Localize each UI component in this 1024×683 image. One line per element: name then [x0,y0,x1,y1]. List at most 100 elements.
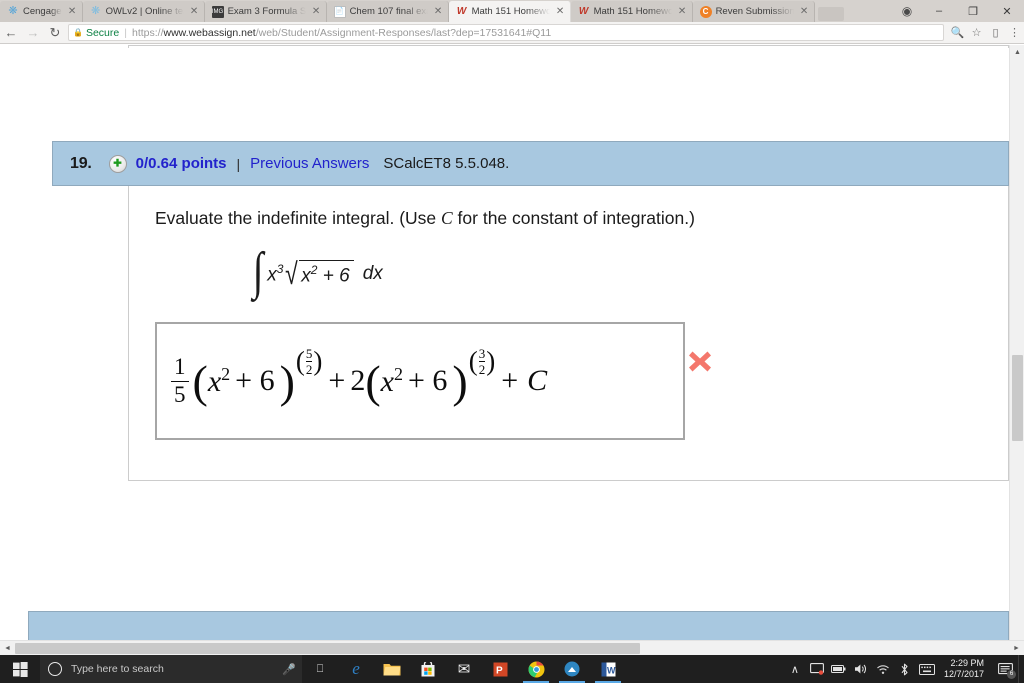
url-text: https://www.webassign.net/web/Student/As… [132,27,551,39]
security-label: Secure [85,26,120,39]
term1-base-exp: 2 [221,363,231,384]
cortana-circle-icon[interactable] [48,662,62,676]
show-desktop-button[interactable] [1018,655,1024,683]
horizontal-scrollbar-thumb[interactable] [15,643,640,654]
kebab-menu-icon[interactable]: ⋮ [1005,23,1024,43]
radicand: x2 + 6 [299,260,354,287]
close-icon[interactable]: ✕ [311,6,322,17]
microsoft-store-icon[interactable] [410,655,446,683]
close-icon[interactable]: ✕ [433,6,444,17]
windows-start-icon[interactable] [0,655,40,683]
browser-tab-cengage[interactable]: ❋ Cengage ✕ [0,1,83,22]
edge-icon[interactable]: e [338,655,374,683]
chrome-icon[interactable] [518,655,554,683]
owl-icon: ❋ [90,5,101,17]
term1-base: x2 [208,364,230,399]
url-path: /web/Student/Assignment-Responses/last?d… [255,26,552,39]
scroll-left-arrow-icon[interactable]: ◄ [0,641,15,656]
maximize-button[interactable]: ❐ [956,0,990,22]
close-icon[interactable]: ✕ [799,6,810,17]
browser-tab-exam3-formula-sheet[interactable]: IMG Exam 3 Formula Sheet ✕ [204,1,327,22]
scroll-right-arrow-icon[interactable]: ► [1009,641,1024,656]
browser-tab-reven-submission[interactable]: C Reven Submission ✕ [692,1,815,22]
image-icon: IMG [211,5,224,18]
term2-base: x2 [381,364,403,399]
horizontal-scrollbar[interactable]: ◄ ► [0,640,1024,655]
windows-taskbar: Type here to search 🎤 ⎕ e ✉ P W ∧ 2:29 P… [0,655,1024,683]
powerpoint-icon[interactable]: P [482,655,518,683]
close-paren-2: ) [452,355,468,407]
close-window-button[interactable]: ✕ [990,0,1024,22]
browser-tab-chem107-final[interactable]: 📄 Chem 107 final exam ✕ [326,1,449,22]
webassign-page: 19. 0/0.64 points | Previous Answers SCa… [0,45,1009,646]
exp-fraction: 5 2 [305,347,313,376]
address-bar[interactable]: 🔒 Secure | https://www.webassign.net/web… [68,24,944,41]
action-center-icon[interactable]: 6 [992,655,1018,683]
close-icon[interactable]: ✕ [67,6,78,17]
coefficient-fraction: 1 5 [171,355,189,406]
task-view-icon[interactable]: ⎕ [302,655,338,683]
zoom-icon[interactable]: 🔍 [948,23,967,43]
exp-denominator-2: 2 [478,361,486,377]
clock-date: 12/7/2017 [943,669,984,679]
browser-tab-math151-homework-active[interactable]: W Math 151 Homework ✕ [448,1,571,22]
question-number: 19. [70,154,92,172]
canvas-icon: C [699,5,712,18]
show-hidden-icons[interactable]: ∧ [784,655,806,683]
integrand-power-term: x3 [267,262,283,286]
vertical-scrollbar[interactable]: ▲ [1009,45,1024,642]
cast-icon[interactable]: ▯ [986,23,1005,43]
header-separator: | [236,155,241,172]
wifi-icon[interactable] [872,655,894,683]
green-plus-icon[interactable] [108,154,127,173]
back-icon[interactable]: ← [0,22,22,44]
mail-icon[interactable]: ✉ [446,655,482,683]
search-placeholder: Type here to search [71,663,164,675]
vertical-scrollbar-thumb[interactable] [1012,355,1023,441]
taskbar-clock[interactable]: 2:29 PM 12/7/2017 [938,655,992,683]
window-controls: ◉ – ❐ ✕ [892,0,1024,22]
browser-tab-owlv2[interactable]: ❋ OWLv2 | Online teaching ✕ [82,1,205,22]
scroll-up-arrow-icon[interactable]: ▲ [1010,45,1024,60]
close-icon[interactable]: ✕ [555,6,566,17]
forward-icon[interactable]: → [22,22,44,44]
file-explorer-icon[interactable] [374,655,410,683]
addition-operator: + [328,364,346,397]
account-icon[interactable]: ◉ [892,0,922,22]
term2-base-var: x [380,364,394,398]
reload-icon[interactable]: ↻ [44,22,66,44]
screen: ❋ Cengage ✕ ❋ OWLv2 | Online teaching ✕ … [0,0,1024,683]
cengage-icon: ❋ [8,5,18,17]
integral-sign-icon: ∫ [252,243,264,300]
star-icon[interactable]: ☆ [967,23,986,43]
word-icon[interactable]: W [590,655,626,683]
notification-count-badge: 6 [1007,670,1016,679]
lock-icon: 🔒 [73,28,83,37]
search-input[interactable]: Type here to search 🎤 [40,655,302,683]
previous-answers-link[interactable]: Previous Answers [250,155,369,172]
term1-base-var: x [207,364,222,398]
close-icon[interactable]: ✕ [189,6,200,17]
close-icon[interactable]: ✕ [677,6,688,17]
system-tray: ∧ 2:29 PM 12/7/2017 6 [784,655,1024,683]
answer-expression: 1 5 ( x2 + 6 ) ( 5 2) + 2 (x2 + 6) (… [171,347,548,407]
omnibox-divider: | [124,26,127,39]
student-answer-box[interactable]: 1 5 ( x2 + 6 ) ( 5 2) + 2 (x2 + 6) (… [155,322,685,440]
new-tab-button[interactable] [817,7,844,21]
photo-viewer-icon[interactable] [554,655,590,683]
battery-icon[interactable] [828,655,850,683]
screen-cast-icon[interactable] [806,655,828,683]
radical-sign: √ [285,257,299,292]
exp-numerator-2: 3 [478,346,486,362]
integration-constant: C [527,364,548,397]
keyboard-icon[interactable] [916,655,938,683]
minimize-button[interactable]: – [922,0,956,22]
browser-tab-math151-homework-2[interactable]: W Math 151 Homework ✕ [570,1,693,22]
bluetooth-icon[interactable] [894,655,916,683]
volume-icon[interactable] [850,655,872,683]
clock-time: 2:29 PM [950,657,984,668]
url-scheme: https:// [131,26,164,39]
radicand-base: x [301,265,311,287]
page-viewport: 19. 0/0.64 points | Previous Answers SCa… [0,45,1024,655]
microphone-icon[interactable]: 🎤 [282,663,296,676]
